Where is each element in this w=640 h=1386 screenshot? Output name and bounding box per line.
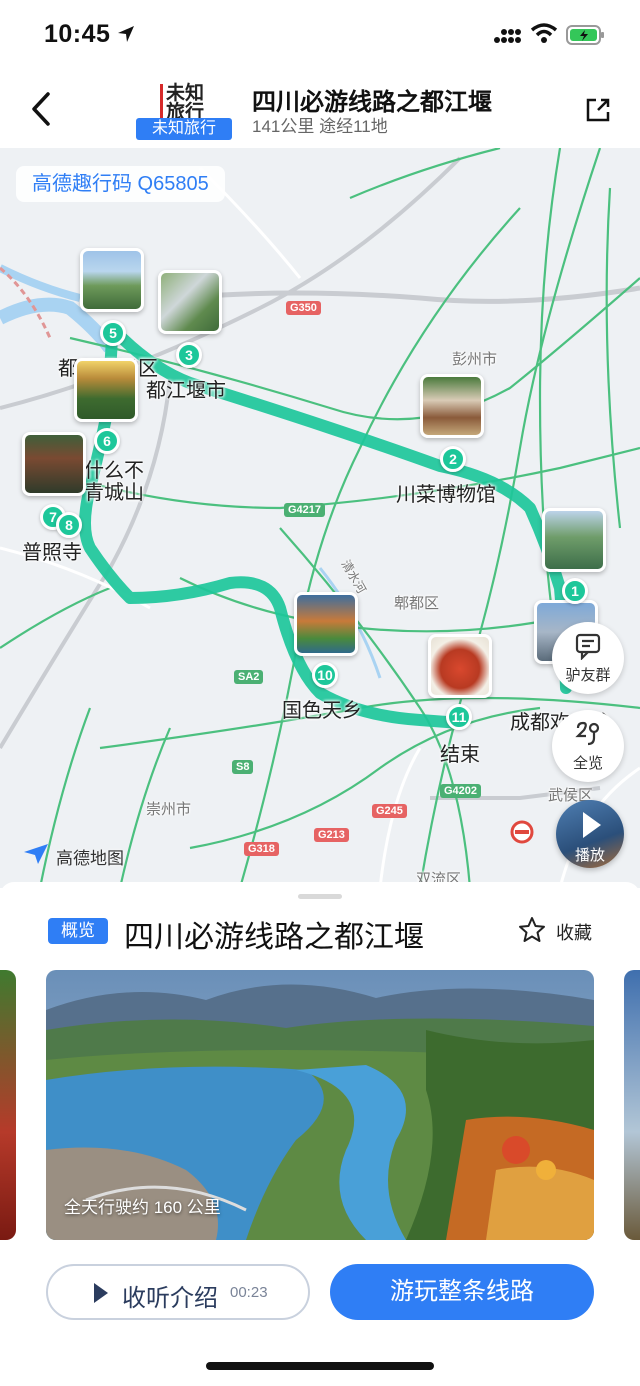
stop-thumbnail-6[interactable] [80, 248, 144, 312]
route-summary: 141公里 途经11地 [252, 117, 388, 136]
road-sign: G350 [286, 301, 321, 315]
amap-attribution: 高德地图 [22, 842, 124, 868]
map-label-puzhaosi: 普照寺 [22, 542, 82, 564]
road-sign: G4202 [440, 784, 482, 798]
stop-marker[interactable]: 11 [446, 704, 472, 730]
route-header: 未知旅行 未知旅行 四川必游线路之都江堰 141公里 途经11地 [0, 70, 640, 148]
amap-logo-text: 高德地图 [56, 849, 124, 868]
location-arrow-icon [118, 26, 134, 42]
play-tour-label: 播放 [574, 847, 605, 864]
road-sign: G4217 [284, 503, 326, 517]
home-indicator[interactable] [206, 1362, 434, 1370]
road-sign: S8 [232, 760, 254, 774]
road-sign: SA2 [234, 670, 264, 684]
favorite-label: 收藏 [556, 923, 592, 943]
stop-thumbnail-7[interactable] [74, 358, 138, 422]
listen-intro-label: 收听介绍 [122, 1285, 218, 1312]
battery-icon [566, 25, 604, 45]
back-icon[interactable] [26, 90, 56, 128]
map-label-qingchengshan: 什么不 青城山 [84, 460, 144, 504]
favorite-button[interactable]: 收藏 [518, 916, 592, 944]
wifi-icon [530, 23, 558, 43]
map-label-dujiangyan-city: 都江堰市 [146, 380, 226, 402]
status-bar: 10:45 [0, 0, 640, 70]
sheet-title: 四川必游线路之都江堰 [124, 921, 424, 954]
play-tour-button[interactable]: 播放 [556, 800, 624, 868]
map-label-guose-tianxiang: 国色天乡 [282, 700, 362, 722]
group-chat-button[interactable]: 驴友群 [552, 622, 624, 694]
overview-button[interactable]: 全览 [552, 710, 624, 782]
logo-text: 未知旅行 [166, 83, 205, 123]
card-caption: 全天行驶约 160 公里 [64, 1198, 221, 1217]
stop-thumbnail-2[interactable] [542, 508, 606, 572]
status-time: 10:45 [44, 20, 111, 48]
listen-duration: 00:23 [230, 1284, 268, 1301]
stop-thumbnail-11[interactable] [428, 634, 492, 698]
stop-thumbnail-8[interactable] [22, 432, 86, 496]
route-map[interactable]: 高德趣行码 Q65805 都江堰景区 都江堰市 什么不 青城山 普照寺 川菜博物… [0, 148, 640, 888]
stop-marker[interactable]: 2 [440, 446, 466, 472]
photo-card-next[interactable] [624, 970, 640, 1240]
stop-thumbnail-3[interactable] [420, 374, 484, 438]
stop-marker[interactable]: 8 [56, 512, 82, 538]
play-icon [94, 1283, 108, 1303]
stop-thumbnail-10[interactable] [294, 592, 358, 656]
play-icon [583, 812, 601, 838]
photo-card-main[interactable]: 全天行驶约 160 公里 [46, 970, 594, 1240]
stop-marker[interactable]: 5 [100, 320, 126, 346]
brand-badge[interactable]: 未知旅行 [136, 118, 232, 140]
play-whole-route-button[interactable]: 游玩整条线路 [330, 1264, 594, 1320]
route-detail-sheet: 概览 四川必游线路之都江堰 收藏 全天行驶约 160 公里 收听介绍 00:23… [0, 882, 640, 1386]
stop-thumbnail-5[interactable] [158, 270, 222, 334]
map-label-end: 结束 [440, 744, 480, 766]
logo-bar [160, 84, 163, 118]
stop-marker[interactable]: 1 [562, 578, 588, 604]
road-sign: G245 [372, 804, 407, 818]
map-label-pengzhou: 彭州市 [452, 351, 498, 368]
amap-logo-icon [24, 844, 48, 864]
overview-label: 全览 [572, 755, 603, 772]
share-icon[interactable] [584, 96, 612, 124]
stop-marker[interactable]: 10 [312, 662, 338, 688]
photo-card-prev[interactable] [0, 970, 16, 1240]
stop-marker[interactable]: 3 [176, 342, 202, 368]
chat-icon [575, 633, 601, 660]
stop-marker[interactable]: 6 [94, 428, 120, 454]
road-sign: G213 [314, 828, 349, 842]
map-label-chongzhou: 崇州市 [146, 801, 192, 818]
route-overview-icon [575, 721, 600, 746]
cellular-signal-icon [494, 29, 521, 43]
sheet-grabber[interactable] [298, 894, 342, 899]
star-icon [519, 917, 545, 942]
map-label-cuisine-museum: 川菜博物馆 [396, 484, 496, 506]
road-sign: G318 [244, 842, 279, 856]
map-label-pixian: 郫都区 [394, 595, 440, 612]
group-chat-label: 驴友群 [565, 667, 611, 684]
route-code-chip[interactable]: 高德趣行码 Q65805 [16, 166, 225, 202]
listen-intro-button[interactable]: 收听介绍 00:23 [46, 1264, 310, 1320]
overview-badge: 概览 [48, 918, 108, 944]
